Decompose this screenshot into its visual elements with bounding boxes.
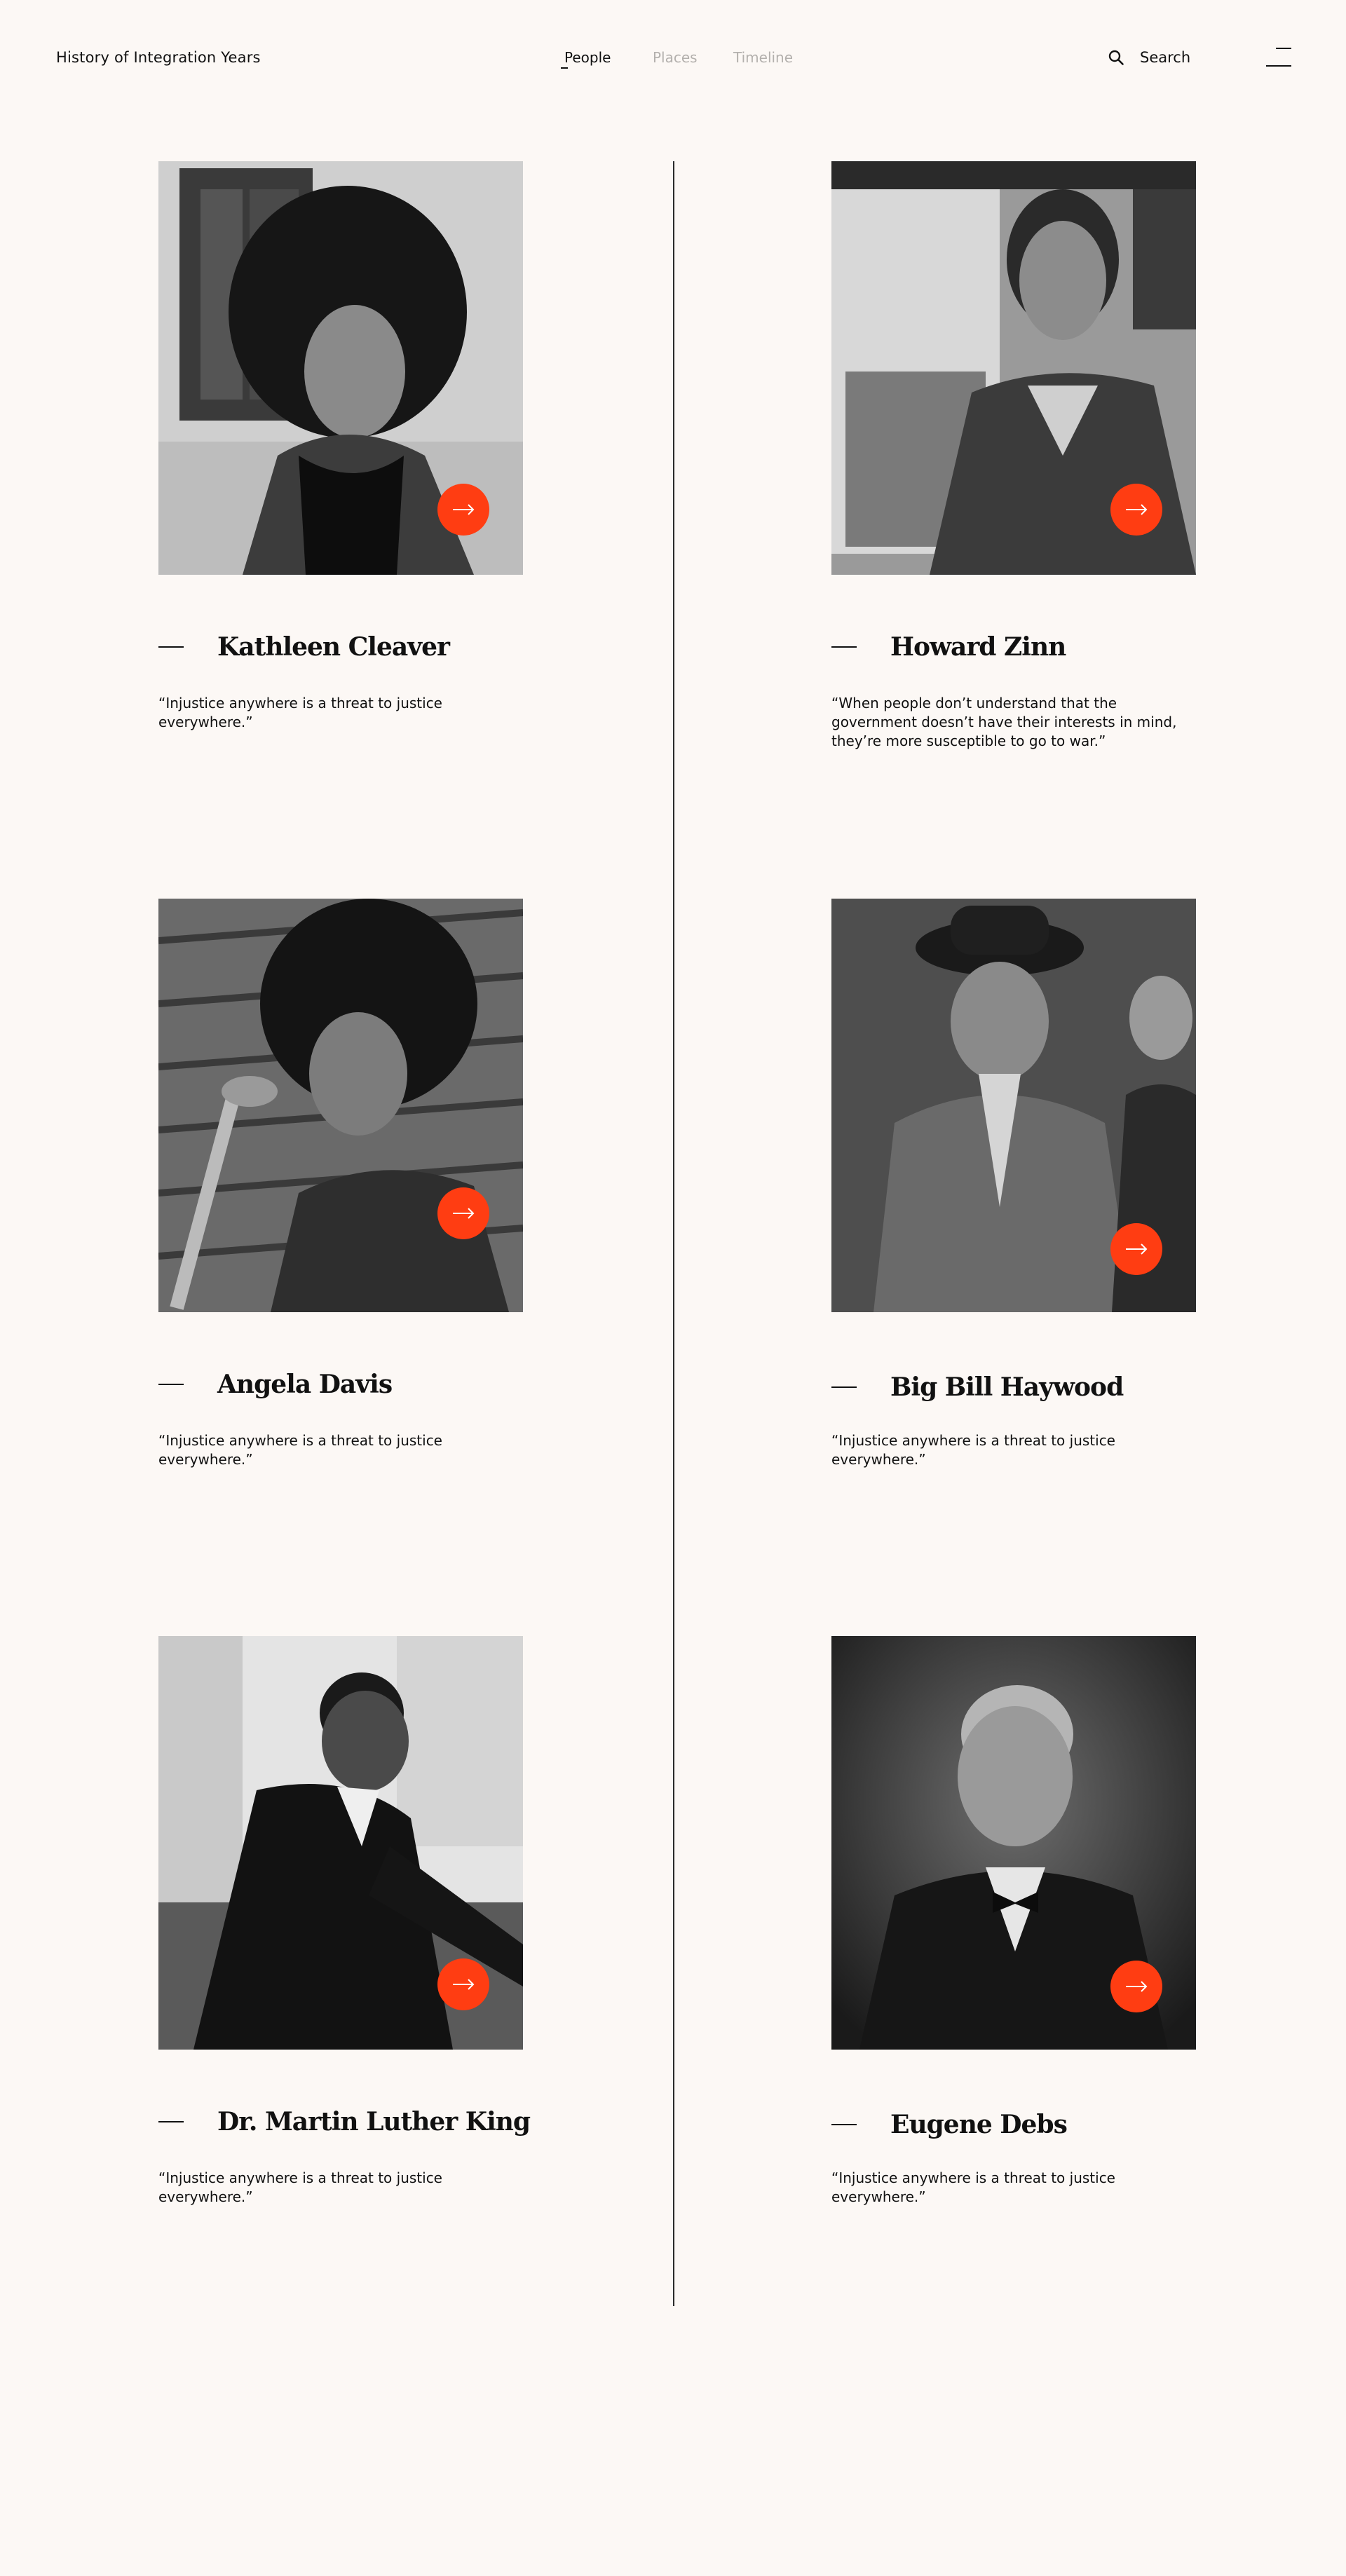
arrow-right-icon [453,504,475,515]
arrow-right-icon [453,1208,475,1219]
search-label: Search [1140,49,1191,66]
dash-decoration [831,1386,857,1388]
person-name-row: Kathleen Cleaver [158,632,450,662]
person-name-row: Big Bill Haywood [831,1372,1124,1402]
dash-decoration [158,646,184,648]
dash-decoration [158,2121,184,2122]
dash-decoration [158,1384,184,1385]
column-divider [673,161,674,2306]
arrow-right-icon [1126,504,1148,515]
open-profile-button[interactable] [1110,484,1162,536]
person-photo[interactable] [831,161,1196,575]
person-name[interactable]: Angela Davis [217,1370,393,1399]
person-card: Kathleen Cleaver “Injustice anywhere is … [158,161,523,730]
person-quote: “When people don’t understand that the g… [831,695,1177,749]
person-name[interactable]: Big Bill Haywood [890,1372,1124,1402]
person-name[interactable]: Eugene Debs [890,2110,1068,2139]
menu-icon[interactable] [1266,46,1291,67]
person-quote: “Injustice anywhere is a threat to justi… [158,695,442,730]
arrow-right-icon [1126,1981,1148,1992]
person-name[interactable]: Dr. Martin Luther King [217,2107,531,2137]
person-photo[interactable] [831,1636,1196,2050]
person-name-row: Howard Zinn [831,632,1066,662]
person-card: Angela Davis “Injustice anywhere is a th… [158,899,523,1468]
open-profile-button[interactable] [437,484,489,536]
open-profile-button[interactable] [437,1187,489,1239]
person-photo[interactable] [831,899,1196,1312]
dash-decoration [831,646,857,648]
site-brand[interactable]: History of Integration Years [56,49,261,66]
person-card: Big Bill Haywood “Injustice anywhere is … [831,899,1196,1468]
open-profile-button[interactable] [1110,1223,1162,1275]
person-card: Dr. Martin Luther King “Injustice anywhe… [158,1636,531,2205]
dash-decoration [831,2124,857,2125]
person-name-row: Eugene Debs [831,2110,1068,2139]
person-photo[interactable] [158,1636,523,2050]
person-name-row: Angela Davis [158,1370,393,1399]
person-quote: “Injustice anywhere is a threat to justi… [831,1432,1115,1468]
person-quote: “Injustice anywhere is a threat to justi… [158,1432,442,1468]
nav-item-people[interactable]: People [560,49,611,69]
person-photo[interactable] [158,899,523,1312]
person-card: Howard Zinn “When people don’t understan… [831,161,1196,749]
search-icon [1108,50,1124,65]
arrow-right-icon [1126,1243,1148,1255]
person-photo[interactable] [158,161,523,575]
nav-item-places[interactable]: Places [653,49,698,66]
search-button[interactable]: Search [1108,49,1190,66]
person-card: Eugene Debs “Injustice anywhere is a thr… [831,1636,1196,2205]
open-profile-button[interactable] [1110,1961,1162,2012]
nav-item-timeline[interactable]: Timeline [733,49,793,66]
person-name-row: Dr. Martin Luther King [158,2107,531,2137]
person-name[interactable]: Kathleen Cleaver [217,632,450,662]
open-profile-button[interactable] [437,1958,489,2010]
person-name[interactable]: Howard Zinn [890,632,1066,662]
arrow-right-icon [453,1979,475,1990]
person-quote: “Injustice anywhere is a threat to justi… [158,2169,442,2205]
person-quote: “Injustice anywhere is a threat to justi… [831,2169,1115,2205]
